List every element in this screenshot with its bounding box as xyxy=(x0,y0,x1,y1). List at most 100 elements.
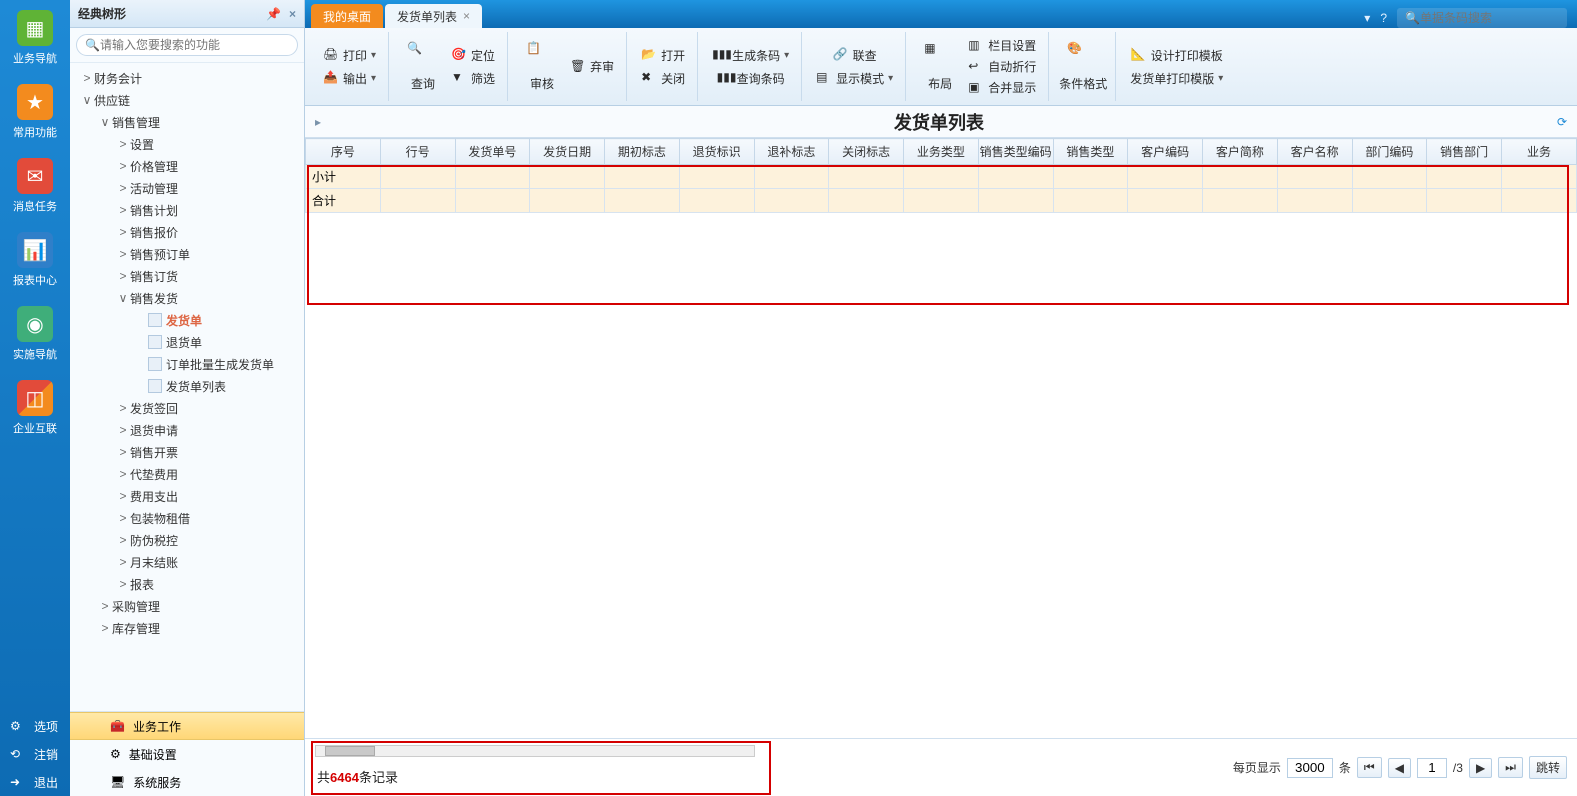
rail-item-connect[interactable]: ◫企业互联 xyxy=(5,380,65,436)
close-button[interactable]: ✖关闭 xyxy=(637,68,689,89)
hscroll-thumb[interactable] xyxy=(325,746,375,756)
col-header[interactable]: 发货日期 xyxy=(530,139,605,165)
col-header[interactable]: 行号 xyxy=(380,139,455,165)
tree-node[interactable]: >采购管理 xyxy=(70,595,304,617)
tree-node[interactable]: >报表 xyxy=(70,573,304,595)
designtpl-button[interactable]: 📐设计打印模板 xyxy=(1127,45,1227,66)
rail-item-nav[interactable]: ▦业务导航 xyxy=(5,10,65,66)
col-header[interactable]: 业务 xyxy=(1502,139,1577,165)
dispmode-button[interactable]: ▤显示模式▾ xyxy=(812,68,897,89)
node-label: 销售订货 xyxy=(130,268,178,285)
tree-panel: 经典树形 📌× 🔍 >财务会计∨供应链∨销售管理>设置>价格管理>活动管理>销售… xyxy=(70,0,305,796)
tree-node[interactable]: >财务会计 xyxy=(70,67,304,89)
open-button[interactable]: 📂打开 xyxy=(637,45,689,66)
col-header[interactable]: 退货标识 xyxy=(679,139,754,165)
refresh-icon[interactable]: ⟳ xyxy=(1557,115,1567,129)
querycode-button[interactable]: ▮▮▮查询条码 xyxy=(713,68,789,89)
hscroll-track[interactable] xyxy=(315,745,755,757)
related-button[interactable]: 🔗联查 xyxy=(829,45,881,66)
tree-node[interactable]: >费用支出 xyxy=(70,485,304,507)
tree-node[interactable]: >设置 xyxy=(70,133,304,155)
printtpl-button[interactable]: 发货单打印模版▾ xyxy=(1126,68,1227,89)
query-button[interactable]: 🔍查询 xyxy=(399,39,447,94)
tree-node[interactable]: 退货单 xyxy=(70,331,304,353)
print-button[interactable]: 🖨打印▾ xyxy=(319,45,380,66)
tree-node[interactable]: >销售预订单 xyxy=(70,243,304,265)
tree-node[interactable]: >发货签回 xyxy=(70,397,304,419)
help-icon[interactable]: ? xyxy=(1380,11,1387,25)
last-page-button[interactable]: ⏭ xyxy=(1498,757,1523,778)
col-header[interactable]: 序号 xyxy=(306,139,381,165)
footer-tab-work[interactable]: 🧰业务工作 xyxy=(70,712,304,740)
gencode-button[interactable]: ▮▮▮生成条码▾ xyxy=(708,45,793,66)
tree-node[interactable]: >销售订货 xyxy=(70,265,304,287)
col-header[interactable]: 关闭标志 xyxy=(829,139,904,165)
tree-node[interactable]: >销售报价 xyxy=(70,221,304,243)
rec-count: 6464 xyxy=(330,770,359,785)
condfmt-button[interactable]: 🎨条件格式 xyxy=(1059,39,1107,94)
prev-page-button[interactable]: ◀ xyxy=(1388,758,1411,778)
col-header[interactable]: 期初标志 xyxy=(605,139,680,165)
tree-node[interactable]: >包装物租借 xyxy=(70,507,304,529)
tree-node[interactable]: >退货申请 xyxy=(70,419,304,441)
tab-home[interactable]: 我的桌面 xyxy=(311,4,383,28)
layout-button[interactable]: ▦布局 xyxy=(916,39,964,94)
first-page-button[interactable]: ⏮ xyxy=(1357,757,1382,778)
discard-button[interactable]: 🗑弃审 xyxy=(566,56,618,77)
tree-node[interactable]: >价格管理 xyxy=(70,155,304,177)
filter-button[interactable]: ▼筛选 xyxy=(447,68,499,89)
col-header[interactable]: 业务类型 xyxy=(904,139,979,165)
colset-button[interactable]: ▥栏目设置 xyxy=(964,35,1040,56)
node-label: 防伪税控 xyxy=(130,532,178,549)
tree-node[interactable]: 发货单 xyxy=(70,309,304,331)
tree-node[interactable]: >销售开票 xyxy=(70,441,304,463)
merge-button[interactable]: ▣合并显示 xyxy=(964,77,1040,98)
footer-tab-system[interactable]: 🖥系统服务 xyxy=(70,768,304,796)
rail-item-msg[interactable]: ✉消息任务 xyxy=(5,158,65,214)
barcode-search-input[interactable] xyxy=(1420,11,1575,25)
col-header[interactable]: 客户名称 xyxy=(1277,139,1352,165)
rail-item-fav[interactable]: ★常用功能 xyxy=(5,84,65,140)
footer-tab-settings[interactable]: ⚙基础设置 xyxy=(70,740,304,768)
tree-node[interactable]: ∨销售管理 xyxy=(70,111,304,133)
audit-button[interactable]: 📋审核 xyxy=(518,39,566,94)
chevron-down-icon[interactable]: ▾ xyxy=(1364,11,1370,25)
tree-search-input[interactable] xyxy=(100,38,289,52)
perpage-input[interactable] xyxy=(1287,758,1333,778)
rail-item-report[interactable]: 📊报表中心 xyxy=(5,232,65,288)
tree-node[interactable]: >月末结账 xyxy=(70,551,304,573)
col-header[interactable]: 部门编码 xyxy=(1352,139,1427,165)
tree-node[interactable]: >活动管理 xyxy=(70,177,304,199)
rail-exit[interactable]: ➜退出 xyxy=(0,768,70,796)
tree-node[interactable]: >防伪税控 xyxy=(70,529,304,551)
rail-item-impl[interactable]: ◉实施导航 xyxy=(5,306,65,362)
rail-options[interactable]: ⚙选项 xyxy=(0,712,70,740)
pin-icon[interactable]: 📌 xyxy=(266,7,281,21)
tree-node[interactable]: >库存管理 xyxy=(70,617,304,639)
col-header[interactable]: 销售类型编码 xyxy=(978,139,1053,165)
tree-node[interactable]: ∨销售发货 xyxy=(70,287,304,309)
tree-node[interactable]: 发货单列表 xyxy=(70,375,304,397)
node-label: 采购管理 xyxy=(112,598,160,615)
tree-node[interactable]: >销售计划 xyxy=(70,199,304,221)
rail-logout[interactable]: ⟲注销 xyxy=(0,740,70,768)
tab-close-icon[interactable]: × xyxy=(463,9,470,23)
node-label: 月末结账 xyxy=(130,554,178,571)
tab-list[interactable]: 发货单列表× xyxy=(385,4,482,28)
col-header[interactable]: 销售类型 xyxy=(1053,139,1128,165)
col-header[interactable]: 客户简称 xyxy=(1203,139,1278,165)
col-header[interactable]: 退补标志 xyxy=(754,139,829,165)
locate-button[interactable]: 🎯定位 xyxy=(447,45,499,66)
jump-button[interactable]: 跳转 xyxy=(1529,756,1567,779)
col-header[interactable]: 销售部门 xyxy=(1427,139,1502,165)
tree-node[interactable]: 订单批量生成发货单 xyxy=(70,353,304,375)
export-button[interactable]: 📤输出▾ xyxy=(319,68,380,89)
tree-node[interactable]: ∨供应链 xyxy=(70,89,304,111)
col-header[interactable]: 发货单号 xyxy=(455,139,530,165)
next-page-button[interactable]: ▶ xyxy=(1469,758,1492,778)
col-header[interactable]: 客户编码 xyxy=(1128,139,1203,165)
autowrap-button[interactable]: ↩自动折行 xyxy=(964,56,1040,77)
tree-node[interactable]: >代垫费用 xyxy=(70,463,304,485)
page-input[interactable] xyxy=(1417,758,1447,778)
close-icon[interactable]: × xyxy=(289,7,296,21)
